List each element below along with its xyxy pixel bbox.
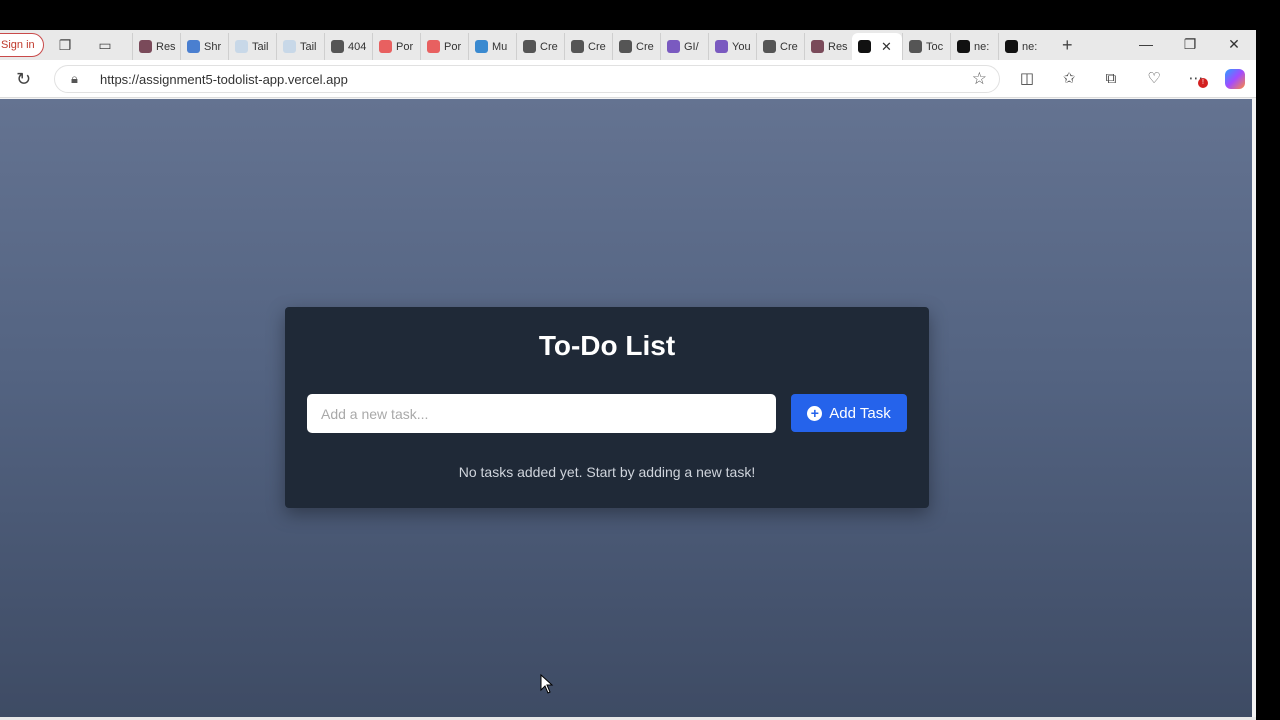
tab-label: Cre [636,40,654,53]
tab-favicon-icon [811,40,824,53]
tab-label: Tail [300,40,317,53]
address-toolbar: ↻ 🔒︎ https://assignment5-todolist-app.ve… [0,60,1256,98]
browser-tab[interactable]: Cre [516,33,564,60]
browser-tab[interactable]: ✕ [852,33,902,60]
tab-favicon-icon [763,40,776,53]
favorite-star-icon[interactable]: ☆ [972,69,987,89]
browser-tab[interactable]: 404 [324,33,372,60]
browser-tab[interactable]: GI/ [660,33,708,60]
page-viewport: To-Do List + Add Task No tasks added yet… [0,99,1252,717]
tab-label: Toc [926,40,944,53]
browser-tab[interactable]: Cre [756,33,804,60]
tab-favicon-icon [331,40,344,53]
browser-tab[interactable]: Shr [180,33,228,60]
browser-tab[interactable]: Cre [612,33,660,60]
tab-favicon-icon [957,40,970,53]
add-task-label: Add Task [829,404,891,422]
browser-tab[interactable]: ne: [998,33,1046,60]
tab-favicon-icon [283,40,296,53]
address-bar[interactable]: 🔒︎ https://assignment5-todolist-app.verc… [54,65,1000,93]
tab-label: Cre [780,40,798,53]
mouse-cursor-icon [540,673,554,694]
tab-list: Res Shr Tail Tail 404 Por Por Mu Cre Cre Cre GI/You… [132,33,1046,60]
add-task-button[interactable]: + Add Task [791,394,907,432]
tab-favicon-icon [858,40,871,53]
sign-in-button[interactable]: Sign in [0,33,44,57]
browser-tab[interactable]: Tail [228,33,276,60]
lock-icon[interactable]: 🔒︎ [71,71,78,87]
browser-tab[interactable]: Mu [468,33,516,60]
tab-favicon-icon [571,40,584,53]
restore-icon[interactable]: ❐ [1180,36,1200,53]
new-tab-icon[interactable]: + [1062,35,1073,55]
tab-label: Cre [588,40,606,53]
tab-favicon-icon [667,40,680,53]
tab-favicon-icon [187,40,200,53]
browser-essentials-icon[interactable]: ♡ [1144,70,1164,88]
notification-badge: ! [1198,78,1208,88]
tab-label: Por [444,40,462,53]
browser-tab[interactable]: Toc [902,33,950,60]
todo-card: To-Do List + Add Task No tasks added yet… [285,307,929,508]
screen-top-border [0,0,1280,30]
split-screen-icon[interactable]: ◫ [1017,70,1037,88]
empty-state-message: No tasks added yet. Start by adding a ne… [458,464,756,480]
reload-icon[interactable]: ↻ [16,69,31,89]
browser-tab[interactable]: You [708,33,756,60]
browser-window: Sign in ❐ ▭ Res Shr Tail Tail 404 Por Por Mu Cre… [0,30,1256,720]
browser-tab[interactable]: Por [372,33,420,60]
tab-label: Mu [492,40,508,53]
tab-favicon-icon [475,40,488,53]
tab-favicon-icon [619,40,632,53]
browser-tab[interactable]: Res [804,33,852,60]
workspaces-icon[interactable]: ❐ [57,37,73,53]
tab-favicon-icon [427,40,440,53]
browser-tab[interactable]: Tail [276,33,324,60]
browser-tab[interactable]: Por [420,33,468,60]
favorites-icon[interactable]: ✩ [1059,70,1079,88]
url-text[interactable]: https://assignment5-todolist-app.vercel.… [100,72,348,87]
tab-label: Por [396,40,414,53]
tab-label: Cre [540,40,558,53]
tab-favicon-icon [235,40,248,53]
close-window-icon[interactable]: ✕ [1224,36,1244,53]
plus-circle-icon: + [807,405,823,421]
tab-label: ne: [1022,40,1038,53]
minimize-icon[interactable]: — [1136,36,1156,52]
tab-actions-icon[interactable]: ▭ [97,37,113,53]
tab-label: Res [828,40,848,53]
screen-right-border [1256,30,1280,720]
tab-label: GI/ [684,40,699,53]
tab-label: You [732,40,751,53]
tab-favicon-icon [1005,40,1018,53]
copilot-icon[interactable] [1225,69,1245,89]
tab-favicon-icon [523,40,536,53]
tab-label: ne: [974,40,990,53]
tab-label: Tail [252,40,269,53]
collections-icon[interactable]: ⧉ [1101,70,1121,88]
tab-label: Shr [204,40,222,53]
tab-favicon-icon [139,40,152,53]
tab-label: 404 [348,40,367,53]
new-task-input[interactable] [307,394,776,433]
tab-label: Res [156,40,176,53]
browser-tab[interactable]: Res [132,33,180,60]
tab-favicon-icon [715,40,728,53]
browser-tab[interactable]: Cre [564,33,612,60]
tab-strip: Sign in ❐ ▭ Res Shr Tail Tail 404 Por Por Mu Cre… [0,30,1256,60]
browser-tab[interactable]: ne: [950,33,998,60]
tab-favicon-icon [379,40,392,53]
tab-favicon-icon [909,40,922,53]
close-tab-icon[interactable]: ✕ [881,39,892,55]
page-title: To-Do List [538,330,676,361]
